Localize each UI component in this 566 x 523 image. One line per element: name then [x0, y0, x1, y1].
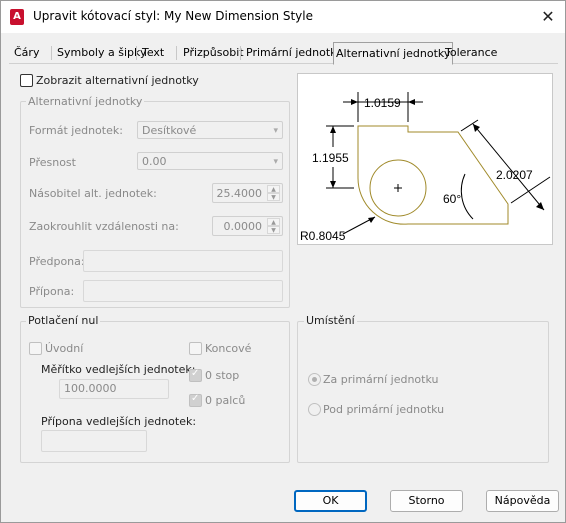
angle-text: 60° [443, 192, 461, 206]
unit-format-combo[interactable]: Desítkové ▾ [137, 121, 283, 139]
tab-separator [176, 46, 177, 60]
arrow-icon [536, 202, 544, 210]
zero-inches-label: 0 palců [205, 394, 246, 407]
place-after-radio[interactable] [308, 373, 321, 386]
prefix-input[interactable] [83, 250, 283, 272]
spin-buttons: ▲ ▼ [267, 218, 281, 234]
angle-arc [460, 173, 474, 220]
title-bar: A Upravit kótovací styl: My New Dimensio… [1, 1, 565, 33]
place-after-label: Za primární jednotku [323, 373, 439, 386]
suffix-input[interactable] [83, 280, 283, 302]
precision-label: Přesnost [29, 156, 76, 169]
dim-text-right: 2.0207 [496, 168, 533, 182]
chevron-down-icon: ▾ [273, 126, 278, 136]
spin-down-icon[interactable]: ▼ [267, 193, 280, 201]
unit-format-value: Desítkové [142, 124, 197, 137]
precision-value: 0.00 [142, 155, 167, 168]
dim-line-right [472, 123, 545, 211]
place-below-radio[interactable] [308, 403, 321, 416]
arrow-icon [408, 99, 415, 105]
multiplier-spinner[interactable]: 25.4000 ▲ ▼ [212, 183, 283, 203]
tab-separator [240, 46, 241, 60]
dimension-preview: 1.0159 1.1955 2.0207 60° R0.8045 [297, 73, 553, 245]
suffix-label: Přípona: [29, 285, 75, 298]
placement-group [297, 321, 549, 463]
leading-zero-checkbox[interactable] [29, 342, 42, 355]
alt-units-legend: Alternativní jednotky [26, 95, 145, 108]
tab-tolerance[interactable]: Tolerance [445, 44, 497, 62]
zero-suppression-legend: Potlačení nul [26, 314, 101, 327]
window-title: Upravit kótovací styl: My New Dimension … [33, 9, 314, 23]
multiplier-label: Násobitel alt. jednotek: [29, 187, 157, 200]
tab-separator [136, 46, 137, 60]
sub-units-factor-input[interactable]: 100.0000 [59, 379, 169, 399]
precision-combo[interactable]: 0.00 ▾ [137, 152, 283, 170]
arrow-icon [330, 181, 336, 188]
close-icon[interactable]: ✕ [537, 7, 559, 27]
placement-legend: Umístění [304, 314, 357, 327]
arrow-icon [351, 99, 358, 105]
round-distances-spinner[interactable]: 0.0000 ▲ ▼ [212, 216, 283, 236]
sub-units-suffix-label: Přípona vedlejších jednotek: [41, 415, 197, 428]
tab-separator [51, 46, 52, 60]
arrow-icon [330, 126, 336, 133]
radius-text: R0.8045 [300, 229, 346, 243]
round-distances-label: Zaokrouhlit vzdálenosti na: [29, 220, 179, 233]
show-alt-units-label: Zobrazit alternativní jednotky [36, 74, 199, 87]
zero-feet-label: 0 stop [205, 369, 240, 382]
dim-text-left: 1.1955 [312, 151, 349, 165]
zero-inches-checkbox[interactable]: ✓ [189, 393, 202, 407]
chevron-down-icon: ▾ [273, 157, 278, 167]
tab-primary-units[interactable]: Primární jednotky [246, 44, 343, 62]
spin-up-icon[interactable]: ▲ [267, 185, 280, 193]
dialog-window: A Upravit kótovací styl: My New Dimensio… [0, 0, 566, 523]
tab-fit[interactable]: Přizpůsobit [183, 44, 244, 62]
help-button[interactable]: Nápověda [486, 490, 559, 512]
leading-zero-label: Úvodní [45, 342, 84, 355]
spin-down-icon[interactable]: ▼ [267, 226, 280, 234]
place-below-label: Pod primární jednotku [323, 403, 445, 416]
dim-text-top: 1.0159 [364, 96, 401, 110]
tab-strip-line [9, 63, 558, 64]
spin-buttons: ▲ ▼ [267, 185, 281, 201]
multiplier-value: 25.4000 [216, 187, 263, 200]
preview-drawing: 1.0159 1.1955 2.0207 60° R0.8045 [300, 92, 551, 243]
sub-units-suffix-input[interactable] [41, 430, 147, 452]
tab-text[interactable]: Text [142, 44, 164, 62]
round-distances-value: 0.0000 [223, 220, 263, 233]
trailing-zero-label: Koncové [205, 342, 252, 355]
prefix-label: Předpona: [29, 255, 85, 268]
trailing-zero-checkbox[interactable] [189, 342, 202, 355]
unit-format-label: Formát jednotek: [29, 124, 123, 137]
sub-units-factor-label: Měřítko vedlejších jednotek: [41, 363, 196, 376]
zero-feet-checkbox[interactable]: ✓ [189, 368, 202, 382]
ok-button[interactable]: OK [294, 490, 367, 512]
spin-up-icon[interactable]: ▲ [267, 218, 280, 226]
tab-alternate-units[interactable]: Alternativní jednotky [333, 42, 454, 65]
tab-symbols-arrows[interactable]: Symboly a šipky [57, 44, 146, 62]
tab-lines[interactable]: Čáry [14, 44, 39, 62]
cancel-button[interactable]: Storno [390, 490, 463, 512]
show-alt-units-checkbox[interactable] [20, 74, 33, 87]
autocad-app-icon: A [10, 9, 24, 25]
